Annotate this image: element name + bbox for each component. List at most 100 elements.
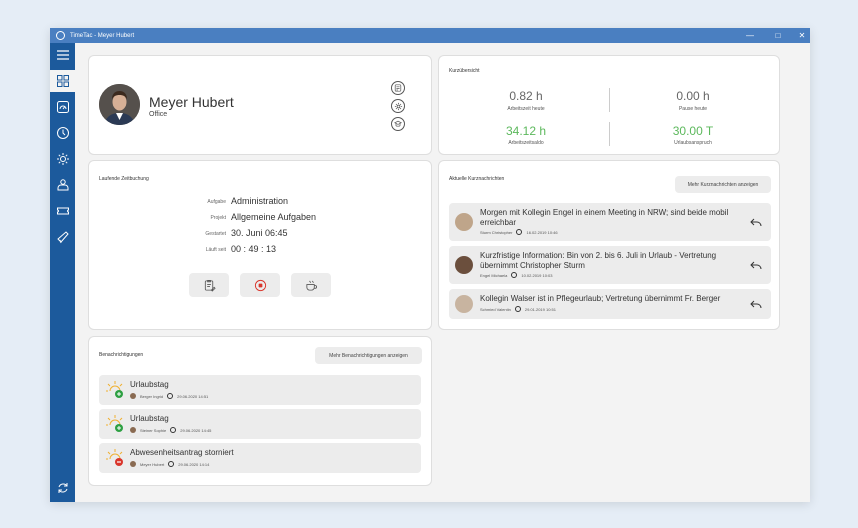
work-time-balance-label: Arbeitszeitsaldo xyxy=(508,140,544,146)
news-meta: Engel Michaela 10.02.2019 10:03 xyxy=(480,272,553,278)
vacation-entitlement-value: 30.00 T xyxy=(672,124,714,138)
clock-icon xyxy=(170,427,177,433)
clock-icon[interactable] xyxy=(50,122,75,144)
work-time-today-value: 0.82 h xyxy=(509,89,543,103)
profile-location: Office xyxy=(149,111,168,118)
notification-meta: Meyer Hubert 29.06.2020 14:14 xyxy=(130,461,209,467)
minimize-icon[interactable]: — xyxy=(742,28,758,43)
notification-person: Steiner Sophie xyxy=(140,427,167,433)
news-date: 16.02.2019 10:46 xyxy=(526,229,558,235)
sun-icon[interactable] xyxy=(50,148,75,170)
profile-name: Meyer Hubert xyxy=(149,94,234,110)
divider xyxy=(609,88,610,112)
vacation-approved-icon xyxy=(106,415,123,432)
app-window: TimeTac - Meyer Hubert — □ ✕ Meyer Huber… xyxy=(50,28,810,502)
clock-icon xyxy=(168,461,175,467)
news-date: 29.01.2019 10:51 xyxy=(524,306,556,312)
sync-icon[interactable] xyxy=(50,477,75,499)
task-value: Administration xyxy=(231,196,289,206)
news-item[interactable]: Kurzfristige Information: Bin von 2. bis… xyxy=(449,246,771,284)
notifications-card: Benachrichtigungen Mehr Benachrichtigung… xyxy=(88,336,432,486)
work-time-balance-value: 34.12 h xyxy=(505,124,547,138)
news-item[interactable]: Morgen mit Kollegin Engel in einem Meeti… xyxy=(449,203,771,241)
author-avatar xyxy=(455,213,473,231)
team-icon[interactable] xyxy=(50,174,75,196)
notification-meta: Berger Ingrid 29.06.2020 14:51 xyxy=(130,393,208,399)
timesheet-icon[interactable] xyxy=(391,81,405,95)
notification-item[interactable]: Urlaubstag Steiner Sophie 29.06.2020 14:… xyxy=(99,409,421,439)
dashboard-icon[interactable] xyxy=(50,70,75,92)
gauge-icon[interactable] xyxy=(50,96,75,118)
task-label: Aufgabe xyxy=(207,199,226,205)
sidebar xyxy=(50,43,75,502)
avatar xyxy=(99,84,140,125)
clock-icon xyxy=(514,306,521,312)
menu-icon[interactable] xyxy=(50,44,75,66)
break-today-value: 0.00 h xyxy=(676,89,710,103)
reply-icon[interactable] xyxy=(750,260,762,270)
notification-date: 29.06.2020 14:14 xyxy=(178,461,210,467)
ticket-icon[interactable] xyxy=(50,200,75,222)
profile-card: Meyer Hubert Office xyxy=(88,55,432,155)
news-text: Kollegin Walser ist in Pflegeurlaub; Ver… xyxy=(480,294,721,303)
news-date: 10.02.2019 10:03 xyxy=(521,272,553,278)
person-avatar xyxy=(130,427,136,433)
notification-meta: Steiner Sophie 29.06.2020 14:45 xyxy=(130,427,211,433)
notification-date: 29.06.2020 14:51 xyxy=(177,393,209,399)
more-notifications-button[interactable]: Mehr Benachrichtigungen anzeigen xyxy=(315,347,422,364)
edit-booking-button[interactable] xyxy=(189,273,229,297)
title-bar: TimeTac - Meyer Hubert — □ ✕ xyxy=(50,28,810,43)
overview-card: Kurzübersicht 0.82 h Arbeitszeit heute 0… xyxy=(438,55,780,155)
break-button[interactable] xyxy=(291,273,331,297)
megaphone-icon[interactable] xyxy=(50,226,75,248)
news-meta: Schmied Valentin 29.01.2019 10:51 xyxy=(480,306,556,312)
vacation-entitlement-label: Urlaubsanspruch xyxy=(674,140,712,146)
notification-title: Abwesenheitsantrag storniert xyxy=(130,448,234,457)
notification-date: 29.06.2020 14:45 xyxy=(180,427,212,433)
project-value: Allgemeine Aufgaben xyxy=(231,212,317,222)
coffee-icon xyxy=(305,280,317,291)
notification-title: Urlaubstag xyxy=(130,380,169,389)
vacation-cancelled-icon xyxy=(106,449,123,466)
clipboard-edit-icon xyxy=(204,279,216,292)
news-item[interactable]: Kollegin Walser ist in Pflegeurlaub; Ver… xyxy=(449,289,771,319)
project-label: Projekt xyxy=(210,215,226,221)
close-icon[interactable]: ✕ xyxy=(794,28,810,43)
news-card: Aktuelle Kurznachrichten Mehr Kurznachri… xyxy=(438,160,780,330)
news-text: Morgen mit Kollegin Engel in einem Meeti… xyxy=(480,208,729,227)
break-today-label: Pause heute xyxy=(678,106,708,112)
news-author: Engel Michaela xyxy=(480,272,508,278)
started-label: Gestartet xyxy=(205,231,226,237)
running-since-label: Läuft seit xyxy=(205,247,226,253)
stop-booking-button[interactable] xyxy=(240,273,280,297)
news-meta: Sturm Christopher 16.02.2019 10:46 xyxy=(480,229,558,235)
overview-title: Kurzübersicht xyxy=(449,68,480,74)
person-avatar xyxy=(130,393,136,399)
notification-person: Berger Ingrid xyxy=(140,393,164,399)
clock-icon xyxy=(516,229,523,235)
booking-title: Laufende Zeitbuchung xyxy=(99,176,149,182)
more-news-button[interactable]: Mehr Kurznachrichten anzeigen xyxy=(675,176,771,193)
graduation-cap-icon[interactable] xyxy=(391,117,405,131)
notification-item[interactable]: Abwesenheitsantrag storniert Meyer Huber… xyxy=(99,443,421,473)
news-author: Schmied Valentin xyxy=(480,306,511,312)
vacation-approved-icon xyxy=(106,381,123,398)
window-title: TimeTac - Meyer Hubert xyxy=(70,32,135,39)
divider xyxy=(609,122,610,146)
stop-icon xyxy=(254,279,266,291)
notification-person: Meyer Hubert xyxy=(140,461,165,467)
news-title: Aktuelle Kurznachrichten xyxy=(449,176,505,182)
clock-icon xyxy=(511,272,518,278)
maximize-icon[interactable]: □ xyxy=(770,28,786,43)
reply-icon[interactable] xyxy=(750,217,762,227)
work-time-today-label: Arbeitszeit heute xyxy=(507,106,545,112)
clock-icon xyxy=(167,393,174,399)
person-avatar xyxy=(130,461,136,467)
reply-icon[interactable] xyxy=(750,299,762,309)
notifications-title: Benachrichtigungen xyxy=(99,352,144,358)
running-since-value: 00 : 49 : 13 xyxy=(231,244,277,254)
notification-item[interactable]: Urlaubstag Berger Ingrid 29.06.2020 14:5… xyxy=(99,375,421,405)
notification-title: Urlaubstag xyxy=(130,414,169,423)
author-avatar xyxy=(455,256,473,274)
settings-icon[interactable] xyxy=(391,99,405,113)
